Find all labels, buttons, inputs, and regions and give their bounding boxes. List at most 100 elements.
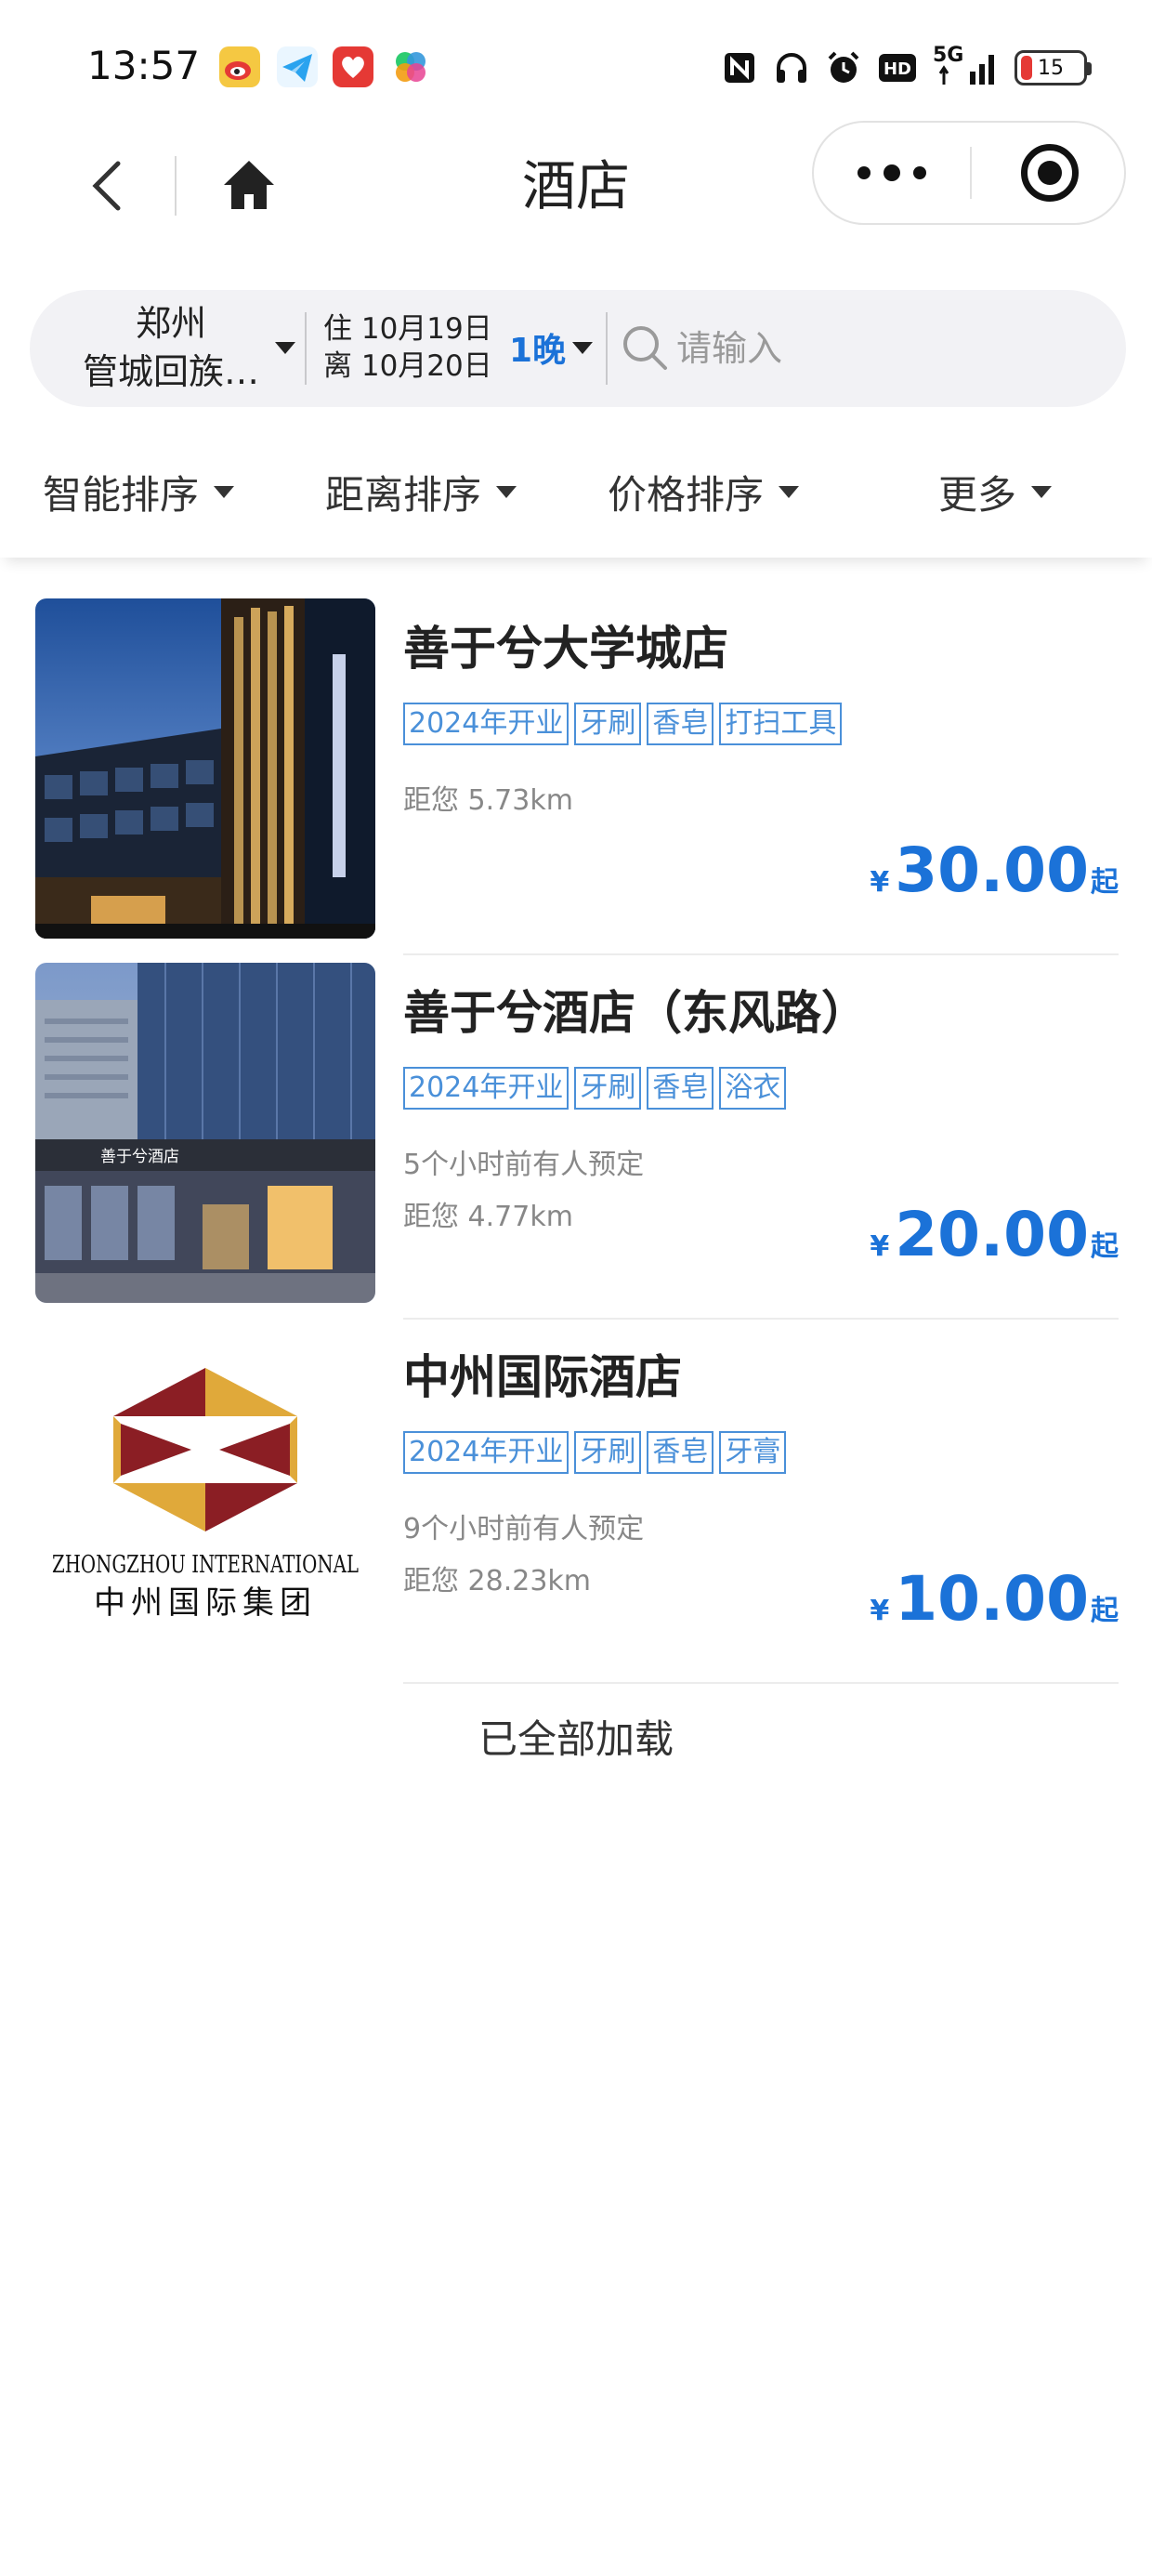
price-suffix: 起 [1091,1595,1119,1627]
search-icon [623,326,667,370]
hotel-sign-text: 善于兮酒店 [100,1148,179,1166]
sort-label: 价格排序 [608,471,765,518]
checkin-date: 住 10月19日 [323,312,492,346]
battery-level-fill [1021,56,1032,80]
price-suffix: 起 [1091,866,1119,899]
amenity-tag: 打扫工具 [719,703,843,745]
price-amount: 30.00 [895,835,1089,906]
caret-down-icon [779,485,800,498]
colorful-app-icon [390,46,431,87]
nfc-icon [721,49,758,86]
hotel-photo [35,598,375,939]
amenity-tag: 牙刷 [574,703,642,745]
sort-label: 更多 [938,471,1017,518]
zhongzhou-logo-icon [113,1368,297,1531]
chevron-left-icon [92,161,121,211]
sort-price[interactable]: 价格排序 [608,459,800,524]
search-divider [305,312,307,385]
amenity-tag: 2024年开业 [403,1431,569,1474]
hotel-distance: 距您 5.73km [403,784,573,817]
telegram-icon [277,46,318,87]
search-input[interactable] [676,318,1085,379]
hotel-card[interactable]: ZHONGZHOU INTERNATIONAL 中州国际集团 中州国际酒店 20… [35,1327,1119,1691]
amenity-tags: 2024年开业 牙刷 香皂 打扫工具 [403,703,843,745]
hd-label: HD [884,59,911,79]
hotel-distance: 距您 4.77km [403,1201,573,1233]
status-time: 13:57 [87,43,201,88]
alarm-icon [825,49,862,86]
more-menu-button[interactable] [814,123,970,223]
logo-english-text: ZHONGZHOU INTERNATIONAL [52,1551,359,1579]
page-title: 酒店 [521,154,630,217]
hotel-logo: ZHONGZHOU INTERNATIONAL 中州国际集团 [35,1327,375,1667]
more-dot-icon [857,166,871,179]
amenity-tag: 香皂 [647,1431,714,1474]
recent-booking: 9个小时前有人预定 [403,1513,645,1545]
hotel-price: ¥ 30.00 起 [870,835,1119,906]
search-bar: 郑州 管城回族… 住 10月19日 离 10月20日 1晚 [30,290,1126,407]
city-selector[interactable]: 郑州 管城回族… [50,299,292,398]
sort-label: 距离排序 [325,471,482,518]
more-dot-icon [913,166,926,179]
caret-down-icon [572,342,593,354]
hotel-card[interactable]: 善于兮酒店 善于兮酒店（东风路） 2024年开业 牙刷 香皂 浴衣 5个小时前有… [35,963,1119,1327]
price-amount: 20.00 [895,1199,1089,1270]
sort-bar: 智能排序 距离排序 价格排序 更多 [0,427,1152,558]
sort-smart[interactable]: 智能排序 [43,459,235,524]
date-selector[interactable]: 住 10月19日 离 10月20日 [323,310,492,385]
more-dot-icon [884,164,900,181]
heart-app-icon [333,46,373,87]
hotel-photo: 善于兮酒店 [35,963,375,1303]
divider [403,953,1119,955]
back-button[interactable] [74,149,139,223]
caret-down-icon [275,342,295,354]
mini-program-capsule [812,121,1126,225]
home-icon [224,161,274,209]
hotel-name: 善于兮酒店（东风路） [403,986,868,1040]
battery-icon: 15 [1015,50,1092,85]
currency-symbol: ¥ [870,1595,890,1627]
divider [403,1318,1119,1320]
system-icons: HD 5G 15 [721,44,1092,91]
status-bar: 13:57 HD 5G 15 [0,0,1152,130]
hotel-card[interactable]: 善于兮大学城店 2024年开业 牙刷 香皂 打扫工具 距您 5.73km ¥ 3… [35,598,1119,963]
hotel-price: ¥ 20.00 起 [870,1199,1119,1270]
logo-chinese-text: 中州国际集团 [94,1584,317,1622]
sort-label: 智能排序 [43,471,200,518]
hotel-distance: 距您 28.23km [403,1565,592,1597]
signal-5g-icon: 5G [933,44,1000,86]
caret-down-icon [496,485,517,498]
recent-booking: 5个小时前有人预定 [403,1149,645,1181]
city-name: 郑州 [135,303,206,344]
amenity-tag: 浴衣 [719,1067,787,1110]
hd-icon: HD [877,49,918,86]
sort-more[interactable]: 更多 [938,459,1053,524]
caret-down-icon [214,485,235,498]
amenity-tag: 牙膏 [719,1431,787,1474]
amenity-tag: 牙刷 [574,1431,642,1474]
amenity-tag: 2024年开业 [403,1067,569,1110]
battery-level: 15 [1038,56,1064,80]
nights-selector[interactable]: 1晚 [509,323,566,372]
hotel-name: 中州国际酒店 [403,1350,682,1404]
close-mini-program-button[interactable] [974,123,1126,223]
city-district: 管城回族… [82,351,259,392]
home-button[interactable] [214,152,284,217]
amenity-tags: 2024年开业 牙刷 香皂 牙膏 [403,1431,787,1474]
hotel-name: 善于兮大学城店 [403,622,728,676]
amenity-tag: 2024年开业 [403,703,569,745]
capsule-divider [970,147,972,199]
checkout-date: 离 10月20日 [323,349,492,383]
sort-distance[interactable]: 距离排序 [325,459,517,524]
price-amount: 10.00 [895,1563,1089,1635]
amenity-tag: 牙刷 [574,1067,642,1110]
amenity-tags: 2024年开业 牙刷 香皂 浴衣 [403,1067,787,1110]
weibo-icon [219,46,260,87]
caret-down-icon [1031,485,1053,498]
load-complete-text: 已全部加载 [478,1716,674,1762]
currency-symbol: ¥ [870,1230,890,1263]
search-divider [606,312,608,385]
hotel-price: ¥ 10.00 起 [870,1563,1119,1635]
target-circle-icon [1021,144,1079,202]
amenity-tag: 香皂 [647,703,714,745]
